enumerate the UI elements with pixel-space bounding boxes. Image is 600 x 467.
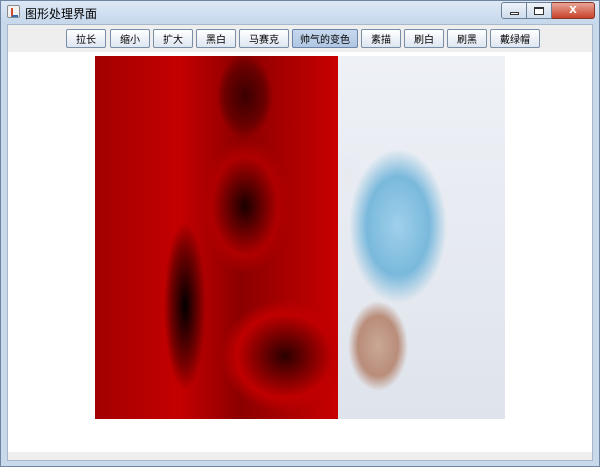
content-pane: 拉长 缩小 扩大 黑白 马赛克 帅气的变色 素描 刷白 刷黑 戴绿帽 (7, 24, 593, 461)
sketch-button[interactable]: 素描 (361, 29, 401, 48)
processed-image (95, 56, 505, 419)
enlarge-button[interactable]: 扩大 (153, 29, 193, 48)
color-change-button[interactable]: 帅气的变色 (292, 29, 358, 48)
image-canvas[interactable] (8, 52, 592, 452)
maximize-button[interactable] (527, 2, 552, 19)
green-hat-button[interactable]: 戴绿帽 (490, 29, 540, 48)
blacken-button[interactable]: 刷黑 (447, 29, 487, 48)
java-app-icon (7, 5, 20, 18)
image-original-half (338, 56, 505, 419)
grayscale-button[interactable]: 黑白 (196, 29, 236, 48)
image-transformed-half (95, 56, 338, 419)
close-button[interactable]: X (552, 2, 595, 19)
status-strip (8, 452, 592, 460)
window-controls: X (501, 2, 595, 19)
maximize-icon (534, 6, 544, 15)
title-bar[interactable]: 图形处理界面 X (1, 1, 599, 23)
app-window: 图形处理界面 X 拉长 缩小 扩大 黑白 马赛克 帅气的变色 素描 刷白 刷黑 … (0, 0, 600, 467)
mosaic-button[interactable]: 马赛克 (239, 29, 289, 48)
window-title: 图形处理界面 (25, 7, 98, 21)
shrink-button[interactable]: 缩小 (110, 29, 150, 48)
whiten-button[interactable]: 刷白 (404, 29, 444, 48)
minimize-button[interactable] (501, 2, 527, 19)
stretch-button[interactable]: 拉长 (66, 29, 106, 48)
button-toolbar: 拉长 缩小 扩大 黑白 马赛克 帅气的变色 素描 刷白 刷黑 戴绿帽 (8, 25, 592, 52)
minimize-icon (509, 12, 519, 15)
